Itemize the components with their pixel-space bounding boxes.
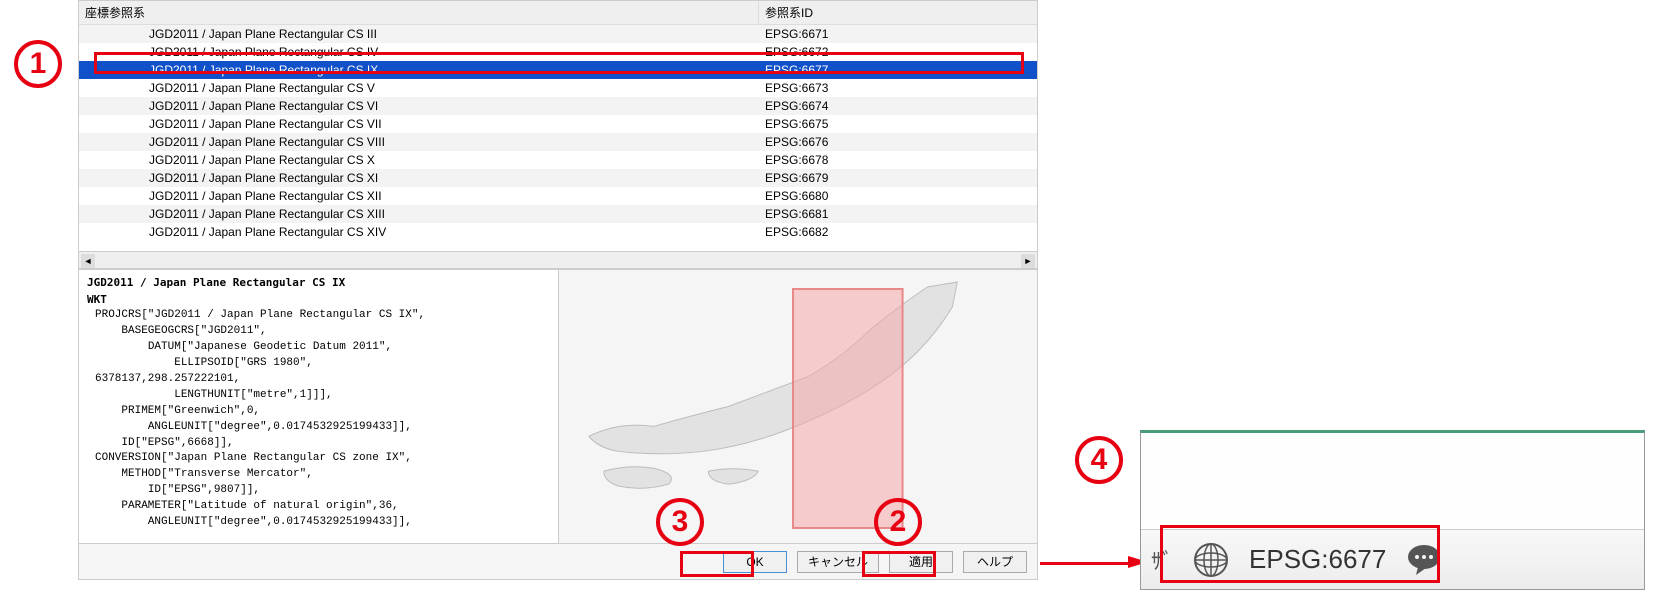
crs-name-cell: JGD2011 / Japan Plane Rectangular CS V xyxy=(79,79,759,97)
crs-id-cell: EPSG:6680 xyxy=(759,187,1037,205)
crs-name-cell: JGD2011 / Japan Plane Rectangular CS IX xyxy=(79,61,759,79)
crs-name-cell: JGD2011 / Japan Plane Rectangular CS VII… xyxy=(79,133,759,151)
crs-id-cell: EPSG:6674 xyxy=(759,97,1037,115)
crs-id-cell: EPSG:6676 xyxy=(759,133,1037,151)
crs-id-cell: EPSG:6675 xyxy=(759,115,1037,133)
crs-name-cell: JGD2011 / Japan Plane Rectangular CS XIV xyxy=(79,223,759,241)
render-icon: ｻﾞ xyxy=(1151,544,1173,576)
table-row[interactable]: JGD2011 / Japan Plane Rectangular CS III… xyxy=(79,25,1037,43)
scroll-right-icon[interactable]: ► xyxy=(1021,254,1035,268)
map-preview[interactable] xyxy=(559,270,1037,543)
table-body[interactable]: JGD2011 / Japan Plane Rectangular CS III… xyxy=(79,25,1037,251)
apply-button[interactable]: 適用 xyxy=(889,551,953,573)
crs-dialog: 座標参照系 参照系ID JGD2011 / Japan Plane Rectan… xyxy=(78,0,1038,580)
cancel-button[interactable]: キャンセル xyxy=(797,551,879,573)
table-row[interactable]: JGD2011 / Japan Plane Rectangular CS VII… xyxy=(79,115,1037,133)
header-id[interactable]: 参照系ID xyxy=(759,1,1037,24)
crs-name-cell: JGD2011 / Japan Plane Rectangular CS XII xyxy=(79,187,759,205)
crs-id-cell: EPSG:6671 xyxy=(759,25,1037,43)
annotation-4: 4 xyxy=(1075,436,1123,484)
table-row[interactable]: JGD2011 / Japan Plane Rectangular CS XII… xyxy=(79,187,1037,205)
status-strip: ｻﾞ EPSG:6677 xyxy=(1141,529,1644,589)
table-header: 座標参照系 参照系ID xyxy=(79,1,1037,25)
button-bar: OK キャンセル 適用 ヘルプ xyxy=(79,543,1037,579)
statusbar-callout: ｻﾞ EPSG:6677 xyxy=(1140,430,1645,590)
wkt-label: WKT xyxy=(87,293,550,306)
table-row[interactable]: JGD2011 / Japan Plane Rectangular CS XII… xyxy=(79,205,1037,223)
crs-id-cell: EPSG:6672 xyxy=(759,43,1037,61)
crs-id-cell: EPSG:6678 xyxy=(759,151,1037,169)
messages-icon[interactable] xyxy=(1404,540,1444,580)
crs-name-cell: JGD2011 / Japan Plane Rectangular CS XII… xyxy=(79,205,759,223)
table-row[interactable]: JGD2011 / Japan Plane Rectangular CS XEP… xyxy=(79,151,1037,169)
annotation-3: 3 xyxy=(656,498,704,546)
crs-id-cell: EPSG:6677 xyxy=(759,61,1037,79)
help-button[interactable]: ヘルプ xyxy=(963,551,1027,573)
crs-name-cell: JGD2011 / Japan Plane Rectangular CS III xyxy=(79,25,759,43)
table-row[interactable]: JGD2011 / Japan Plane Rectangular CS IXE… xyxy=(79,61,1037,79)
scroll-left-icon[interactable]: ◄ xyxy=(81,254,95,268)
table-row[interactable]: JGD2011 / Japan Plane Rectangular CS XIV… xyxy=(79,223,1037,241)
arrow-line xyxy=(1040,562,1130,565)
annotation-1: 1 xyxy=(14,40,62,88)
crs-id-cell: EPSG:6681 xyxy=(759,205,1037,223)
ok-button[interactable]: OK xyxy=(723,551,787,573)
wkt-title: JGD2011 / Japan Plane Rectangular CS IX xyxy=(87,276,550,289)
crs-table: 座標参照系 参照系ID JGD2011 / Japan Plane Rectan… xyxy=(79,1,1037,269)
globe-icon[interactable] xyxy=(1191,540,1231,580)
table-row[interactable]: JGD2011 / Japan Plane Rectangular CS VIE… xyxy=(79,97,1037,115)
status-epsg[interactable]: EPSG:6677 xyxy=(1249,544,1386,575)
crs-id-cell: EPSG:6682 xyxy=(759,223,1037,241)
table-row[interactable]: JGD2011 / Japan Plane Rectangular CS VII… xyxy=(79,133,1037,151)
table-row[interactable]: JGD2011 / Japan Plane Rectangular CS XIE… xyxy=(79,169,1037,187)
horizontal-scrollbar[interactable]: ◄ ► xyxy=(79,251,1037,269)
crs-name-cell: JGD2011 / Japan Plane Rectangular CS IV xyxy=(79,43,759,61)
header-crs[interactable]: 座標参照系 xyxy=(79,1,759,24)
japan-map-icon xyxy=(559,270,1037,543)
wkt-panel[interactable]: JGD2011 / Japan Plane Rectangular CS IX … xyxy=(79,270,559,543)
crs-name-cell: JGD2011 / Japan Plane Rectangular CS X xyxy=(79,151,759,169)
crs-name-cell: JGD2011 / Japan Plane Rectangular CS XI xyxy=(79,169,759,187)
table-row[interactable]: JGD2011 / Japan Plane Rectangular CS IVE… xyxy=(79,43,1037,61)
annotation-2: 2 xyxy=(874,498,922,546)
table-row[interactable]: JGD2011 / Japan Plane Rectangular CS VEP… xyxy=(79,79,1037,97)
wkt-content: PROJCRS["JGD2011 / Japan Plane Rectangul… xyxy=(87,308,550,531)
crs-name-cell: JGD2011 / Japan Plane Rectangular CS VII xyxy=(79,115,759,133)
crs-id-cell: EPSG:6679 xyxy=(759,169,1037,187)
crs-id-cell: EPSG:6673 xyxy=(759,79,1037,97)
crs-name-cell: JGD2011 / Japan Plane Rectangular CS VI xyxy=(79,97,759,115)
